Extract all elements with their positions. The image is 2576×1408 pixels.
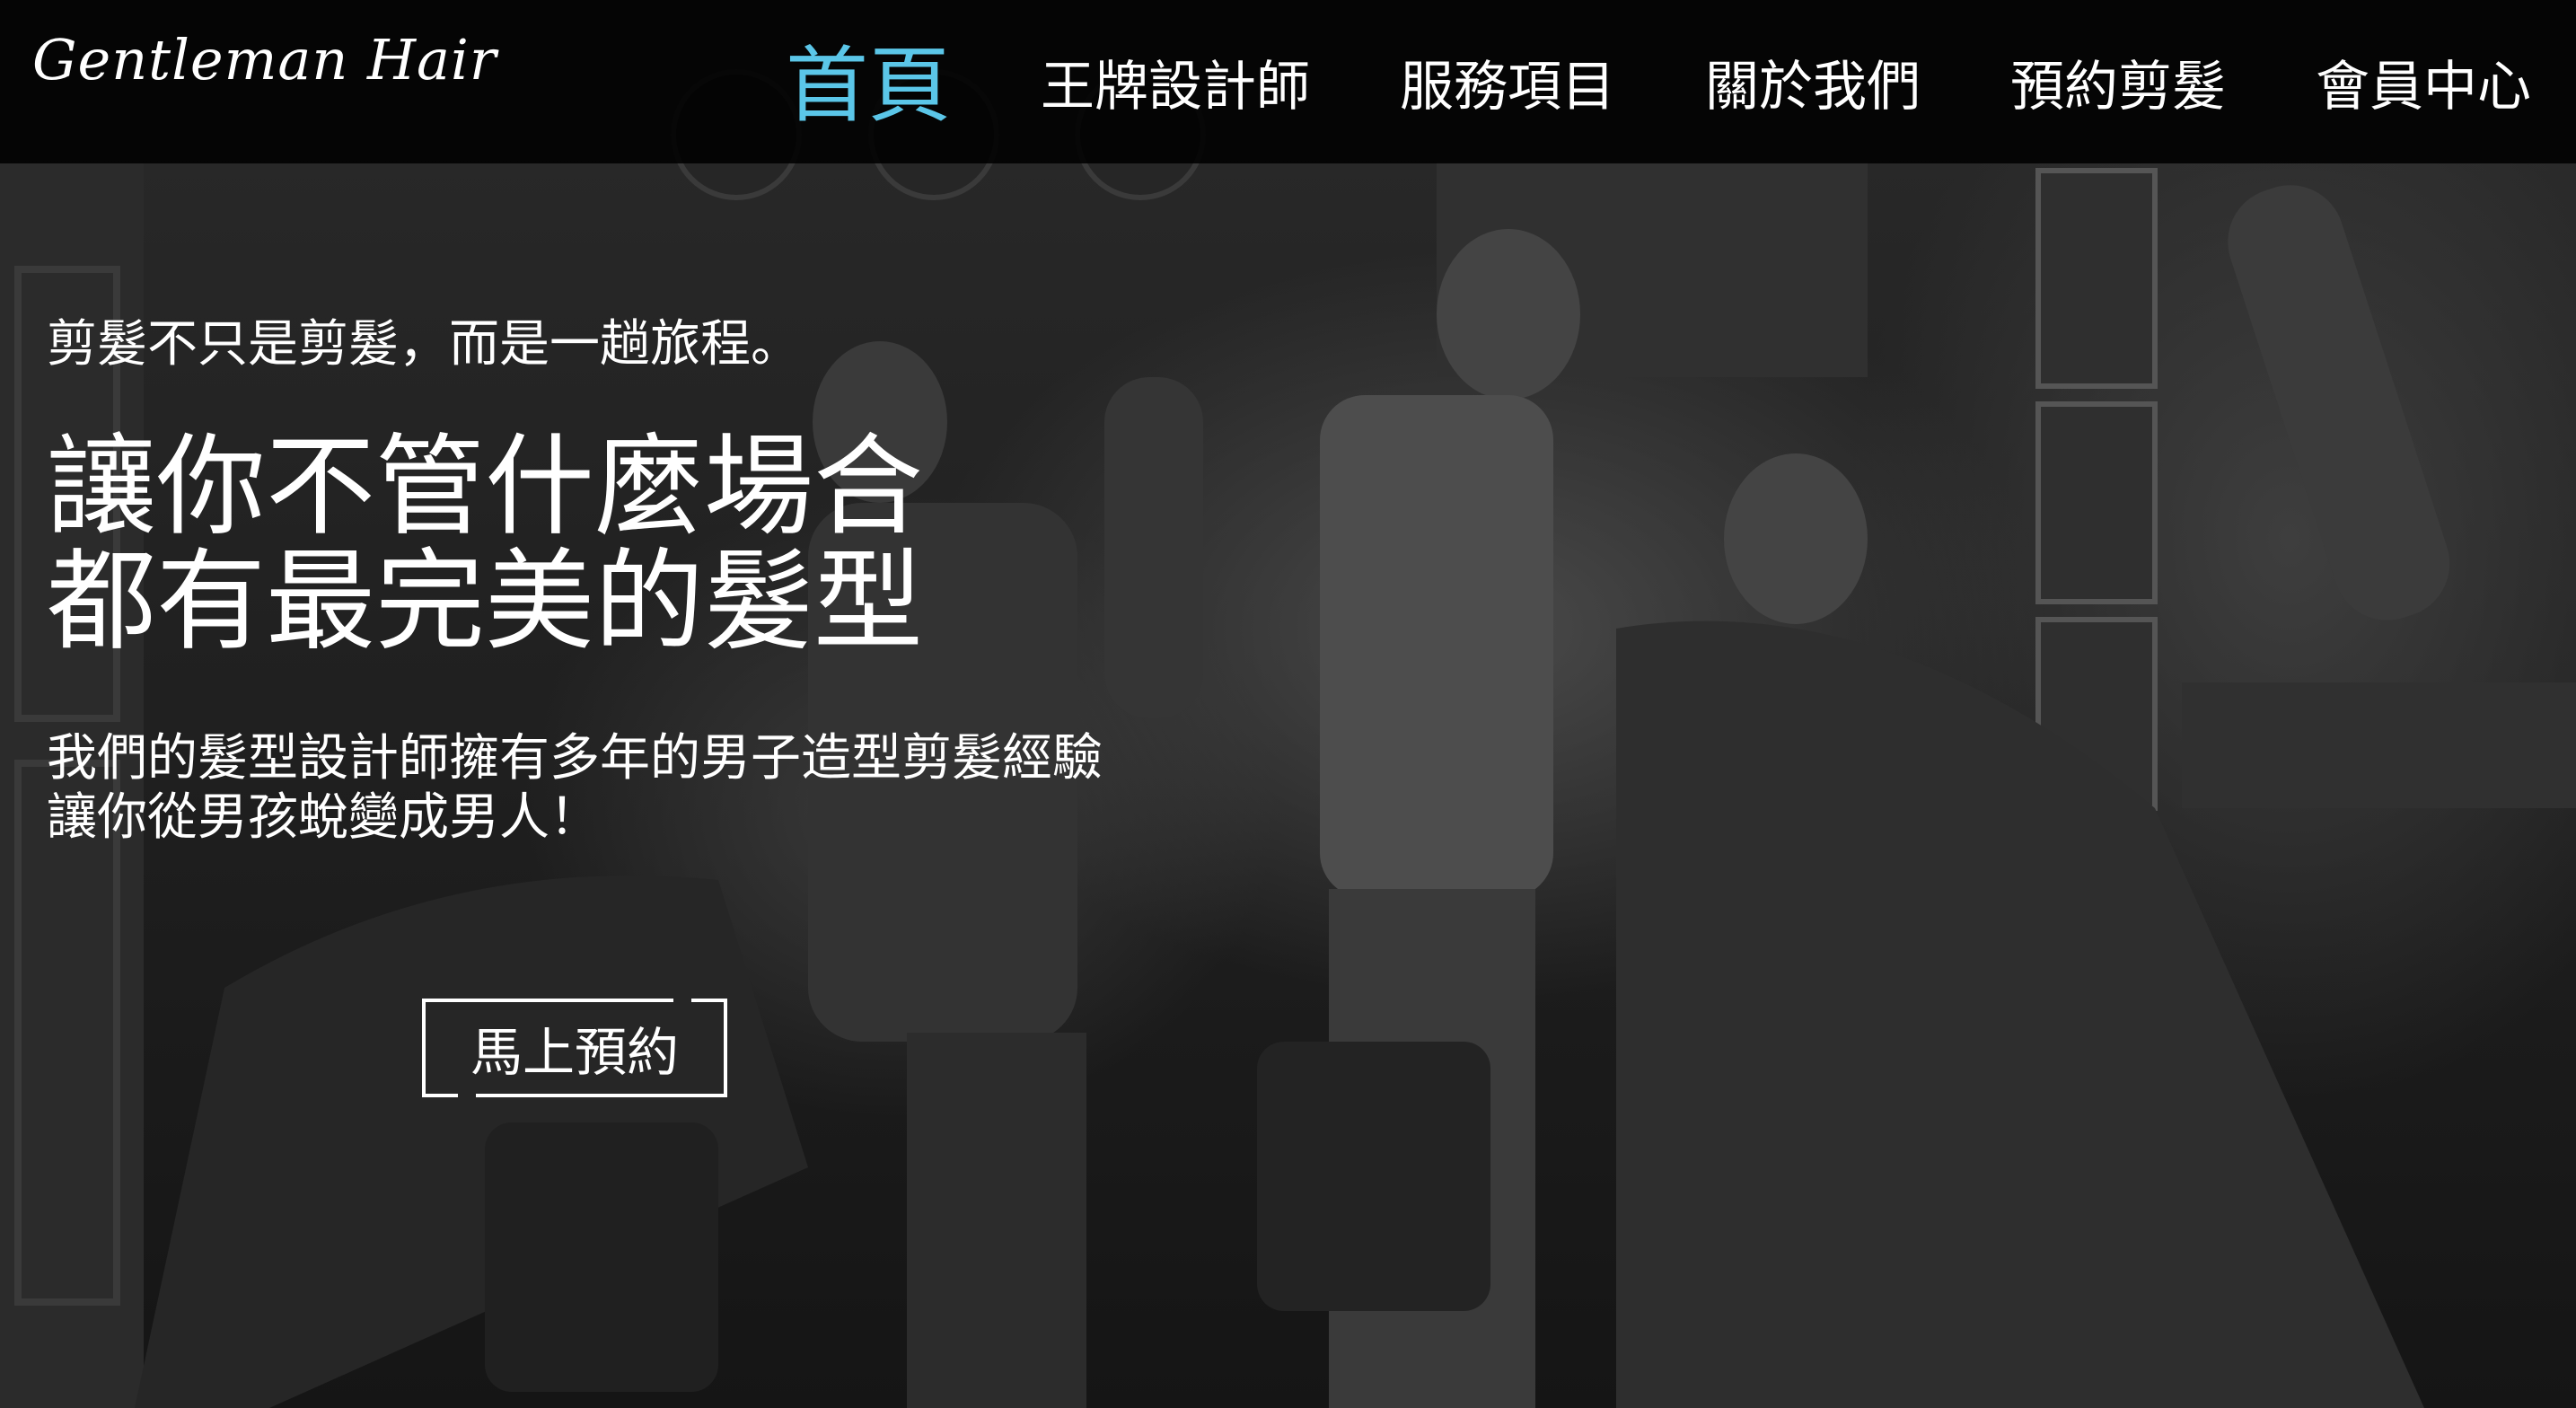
book-now-label: 馬上預約 bbox=[470, 1022, 679, 1083]
hero-description-line: 讓你從男孩蛻變成男人！ bbox=[47, 788, 600, 847]
hero-description-line: 我們的髮型設計師擁有多年的男子造型剪髮經驗 bbox=[47, 729, 1103, 788]
nav-item-stylists[interactable]: 王牌設計師 bbox=[1041, 43, 1310, 121]
brand-logo[interactable]: Gentleman Hair bbox=[32, 27, 497, 92]
hero-headline: 讓你不管什麼場合 都有最完美的髮型 bbox=[47, 429, 923, 659]
hero-background-image bbox=[0, 0, 2576, 1408]
nav-item-member[interactable]: 會員中心 bbox=[2316, 43, 2531, 121]
nav-menu: 首頁 王牌設計師 服務項目 關於我們 預約剪髮 會員中心 bbox=[696, 0, 2531, 163]
hero-description: 我們的髮型設計師擁有多年的男子造型剪髮經驗 讓你從男孩蛻變成男人！ bbox=[47, 729, 1103, 848]
nav-item-services[interactable]: 服務項目 bbox=[1400, 43, 1615, 121]
hero-headline-line: 讓你不管什麼場合 bbox=[47, 423, 923, 550]
nav-item-home[interactable]: 首頁 bbox=[786, 19, 951, 138]
book-now-button[interactable]: 馬上預約 bbox=[422, 999, 727, 1097]
nav-item-about[interactable]: 關於我們 bbox=[1705, 43, 1921, 121]
top-navbar: Gentleman Hair 首頁 王牌設計師 服務項目 關於我們 預約剪髮 會… bbox=[0, 0, 2576, 163]
hero-tagline: 剪髮不只是剪髮，而是一趟旅程。 bbox=[47, 315, 801, 374]
hero-headline-line: 都有最完美的髮型 bbox=[47, 538, 923, 665]
nav-item-booking[interactable]: 預約剪髮 bbox=[2010, 43, 2226, 121]
